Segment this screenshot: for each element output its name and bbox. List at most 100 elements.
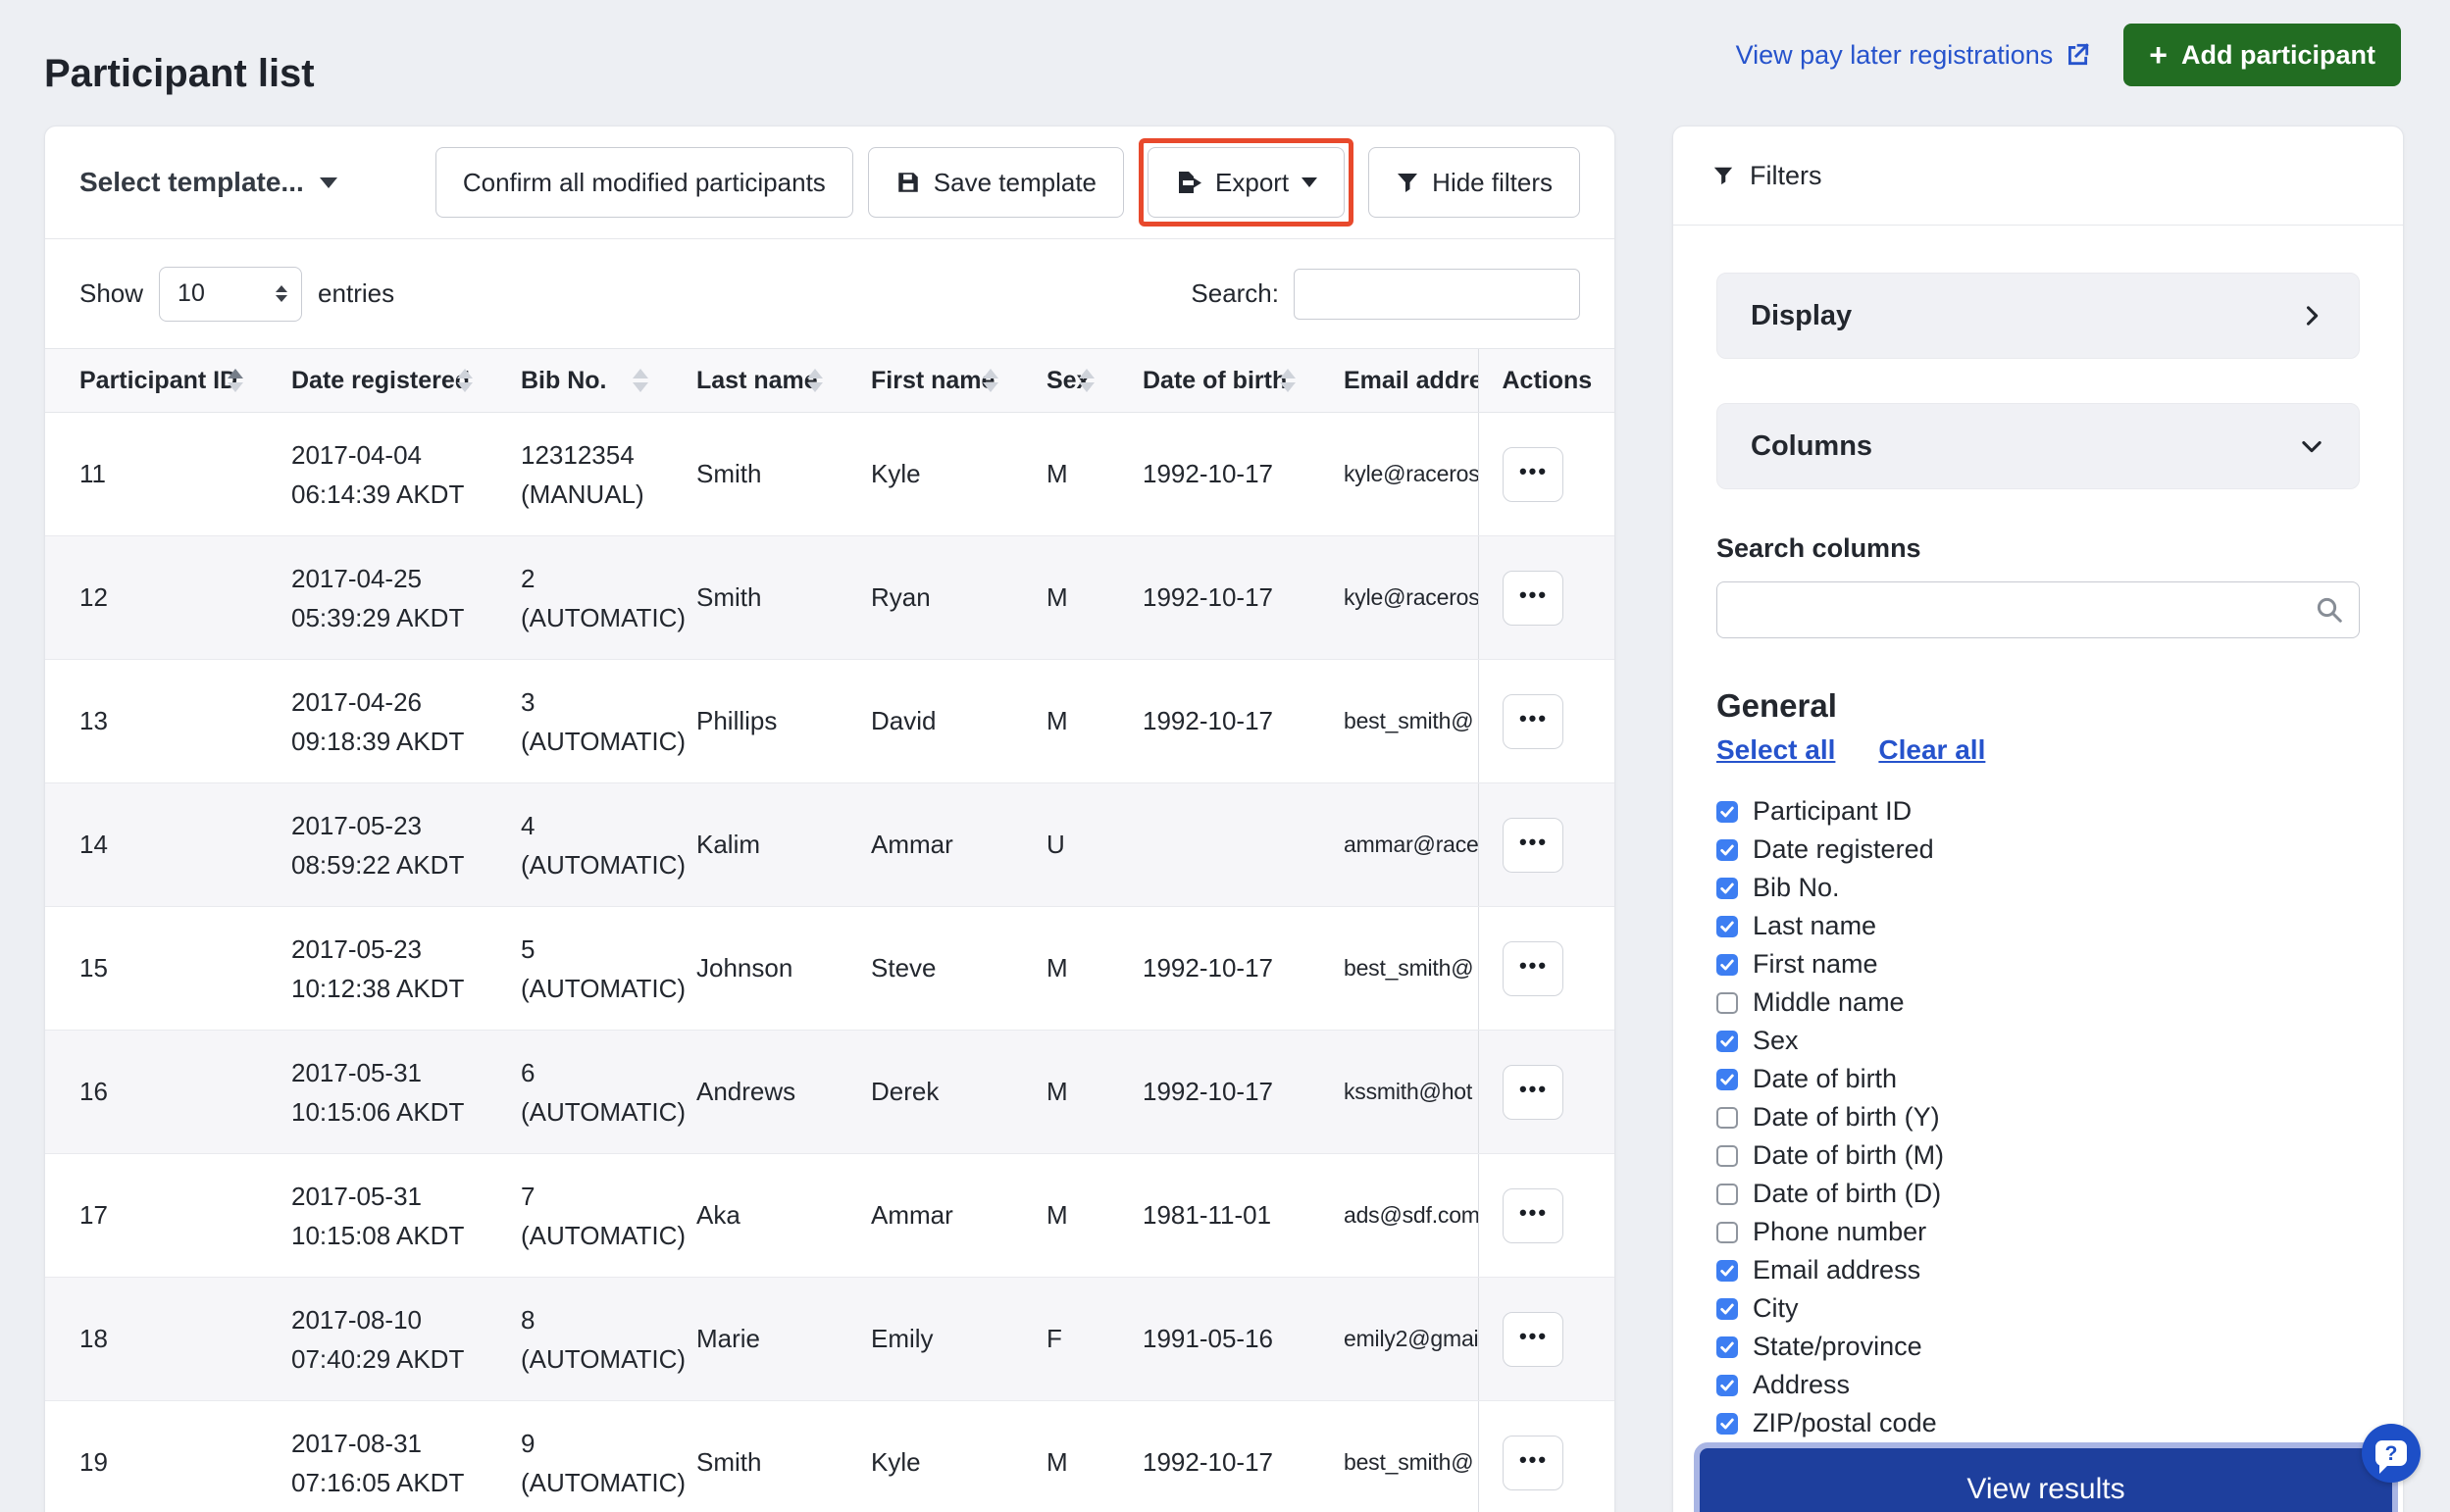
row-actions-button[interactable]: ••• bbox=[1503, 1312, 1563, 1367]
cell-actions: ••• bbox=[1478, 1031, 1614, 1154]
sort-asc-icon bbox=[1079, 369, 1095, 378]
page-size-select[interactable]: 10 bbox=[159, 267, 302, 322]
select-all-link[interactable]: Select all bbox=[1716, 734, 1835, 766]
row-actions-button[interactable]: ••• bbox=[1503, 694, 1563, 749]
page-title: Participant list bbox=[44, 52, 315, 96]
row-actions-button[interactable]: ••• bbox=[1503, 941, 1563, 996]
columns-section-toggle[interactable]: Columns bbox=[1716, 403, 2360, 489]
add-participant-button[interactable]: + Add participant bbox=[2123, 24, 2401, 86]
show-entries-control: Show 10 entries bbox=[79, 267, 394, 322]
checkbox-checked[interactable] bbox=[1716, 801, 1738, 823]
display-section-toggle[interactable]: Display bbox=[1716, 273, 2360, 359]
table-row: 182017-08-1007:40:29 AKDT8(AUTOMATIC)Mar… bbox=[45, 1278, 1614, 1401]
date-registered-date: 2017-08-31 bbox=[291, 1424, 479, 1463]
export-button[interactable]: Export bbox=[1148, 147, 1345, 218]
confirm-all-modified-button[interactable]: Confirm all modified participants bbox=[435, 147, 853, 218]
cell-first-name-value: Ammar bbox=[871, 1200, 953, 1230]
sort-arrows-icon bbox=[1079, 369, 1095, 392]
cell-participant-id: 15 bbox=[45, 907, 257, 1031]
checkbox-checked[interactable] bbox=[1716, 1375, 1738, 1396]
column-header-bib-no[interactable]: Bib No. bbox=[486, 349, 662, 413]
table-search-input[interactable] bbox=[1294, 269, 1580, 320]
checkbox-unchecked[interactable] bbox=[1716, 1222, 1738, 1243]
cell-sex: M bbox=[1012, 660, 1108, 783]
row-actions-button[interactable]: ••• bbox=[1503, 1188, 1563, 1243]
column-checkbox-item-date-of-birth-m: Date of birth (M) bbox=[1716, 1136, 2360, 1175]
checkbox-unchecked[interactable] bbox=[1716, 1184, 1738, 1205]
search-columns-input[interactable] bbox=[1716, 581, 2360, 638]
checkbox-checked[interactable] bbox=[1716, 1336, 1738, 1358]
select-template-dropdown[interactable]: Select template... bbox=[79, 167, 337, 198]
cell-bib-no: 12312354(MANUAL) bbox=[486, 413, 662, 536]
email-value: kyle@raceros bbox=[1344, 461, 1478, 486]
column-header-date-registered[interactable]: Date registered bbox=[257, 349, 486, 413]
column-header-sex[interactable]: Sex bbox=[1012, 349, 1108, 413]
column-header-label: Actions bbox=[1503, 367, 1593, 394]
participant-table: Participant IDDate registeredBib No.Last… bbox=[45, 348, 1614, 1512]
cell-participant-id: 11 bbox=[45, 413, 257, 536]
sort-desc-icon bbox=[983, 382, 998, 392]
checkbox-checked[interactable] bbox=[1716, 916, 1738, 937]
cell-actions: ••• bbox=[1478, 1278, 1614, 1401]
bib-assignment-type: (AUTOMATIC) bbox=[521, 1339, 654, 1379]
email-value: kyle@raceros bbox=[1344, 584, 1478, 610]
column-header-last-name[interactable]: Last name bbox=[662, 349, 837, 413]
checkbox-checked[interactable] bbox=[1716, 954, 1738, 976]
column-checkbox-item-city: City bbox=[1716, 1289, 2360, 1328]
bib-assignment-type: (MANUAL) bbox=[521, 475, 654, 514]
export-label: Export bbox=[1215, 168, 1289, 198]
checkbox-checked[interactable] bbox=[1716, 1069, 1738, 1090]
checkbox-unchecked[interactable] bbox=[1716, 992, 1738, 1014]
column-header-participant-id[interactable]: Participant ID bbox=[45, 349, 257, 413]
bib-number: 5 bbox=[521, 930, 654, 969]
cell-sex-value: U bbox=[1046, 830, 1065, 859]
cell-first-name: Emily bbox=[837, 1278, 1012, 1401]
row-actions-button[interactable]: ••• bbox=[1503, 1065, 1563, 1120]
row-actions-button[interactable]: ••• bbox=[1503, 447, 1563, 502]
toolbar-buttons: Confirm all modified participants Save t… bbox=[435, 147, 1580, 218]
cell-first-name-value: Ammar bbox=[871, 830, 953, 859]
table-row: 122017-04-2505:39:29 AKDT2(AUTOMATIC)Smi… bbox=[45, 536, 1614, 660]
cell-last-name-value: Smith bbox=[696, 1447, 761, 1477]
cell-email: kyle@raceros bbox=[1309, 536, 1478, 660]
help-button[interactable]: ? bbox=[2362, 1424, 2421, 1483]
hide-filters-button[interactable]: Hide filters bbox=[1368, 147, 1580, 218]
view-pay-later-link[interactable]: View pay later registrations bbox=[1736, 40, 2091, 71]
participant-table-card: Select template... Confirm all modified … bbox=[44, 126, 1615, 1512]
cell-participant-id: 19 bbox=[45, 1401, 257, 1512]
cell-date-registered: 2017-05-3110:15:06 AKDT bbox=[257, 1031, 486, 1154]
checkbox-checked[interactable] bbox=[1716, 839, 1738, 861]
checkbox-checked[interactable] bbox=[1716, 1260, 1738, 1282]
bib-number: 4 bbox=[521, 806, 654, 845]
row-actions-button[interactable]: ••• bbox=[1503, 1436, 1563, 1490]
date-registered-date: 2017-05-23 bbox=[291, 806, 479, 845]
column-header-label: Email address bbox=[1344, 367, 1478, 394]
date-registered-time: 10:12:38 AKDT bbox=[291, 969, 479, 1008]
checkbox-unchecked[interactable] bbox=[1716, 1107, 1738, 1129]
column-header-first-name[interactable]: First name bbox=[837, 349, 1012, 413]
checkbox-unchecked[interactable] bbox=[1716, 1145, 1738, 1167]
view-results-button[interactable]: View results bbox=[1700, 1448, 2392, 1512]
checkbox-checked[interactable] bbox=[1716, 1298, 1738, 1320]
email-value: best_smith@ bbox=[1344, 1449, 1473, 1475]
row-actions-button[interactable]: ••• bbox=[1503, 571, 1563, 626]
cell-date-of-birth-value: 1992-10-17 bbox=[1143, 706, 1273, 735]
checkbox-checked[interactable] bbox=[1716, 1031, 1738, 1052]
row-actions-button[interactable]: ••• bbox=[1503, 818, 1563, 873]
checkbox-label: Date of birth (D) bbox=[1753, 1179, 1941, 1209]
clear-all-link[interactable]: Clear all bbox=[1878, 734, 1985, 766]
cell-sex-value: M bbox=[1046, 1200, 1068, 1230]
save-template-button[interactable]: Save template bbox=[868, 147, 1124, 218]
checkbox-checked[interactable] bbox=[1716, 878, 1738, 899]
table-toolbar: Select template... Confirm all modified … bbox=[45, 126, 1614, 239]
cell-last-name: Smith bbox=[662, 1401, 837, 1512]
sort-asc-icon bbox=[807, 369, 823, 378]
cell-sex: U bbox=[1012, 783, 1108, 907]
help-bubble-icon: ? bbox=[2375, 1440, 2407, 1466]
checkbox-checked[interactable] bbox=[1716, 1413, 1738, 1435]
cell-email: emily2@gmai bbox=[1309, 1278, 1478, 1401]
cell-last-name: Kalim bbox=[662, 783, 837, 907]
column-header-date-of-birth[interactable]: Date of birth bbox=[1108, 349, 1309, 413]
cell-date-of-birth-value: 1981-11-01 bbox=[1143, 1200, 1271, 1230]
date-registered-time: 10:15:06 AKDT bbox=[291, 1092, 479, 1132]
